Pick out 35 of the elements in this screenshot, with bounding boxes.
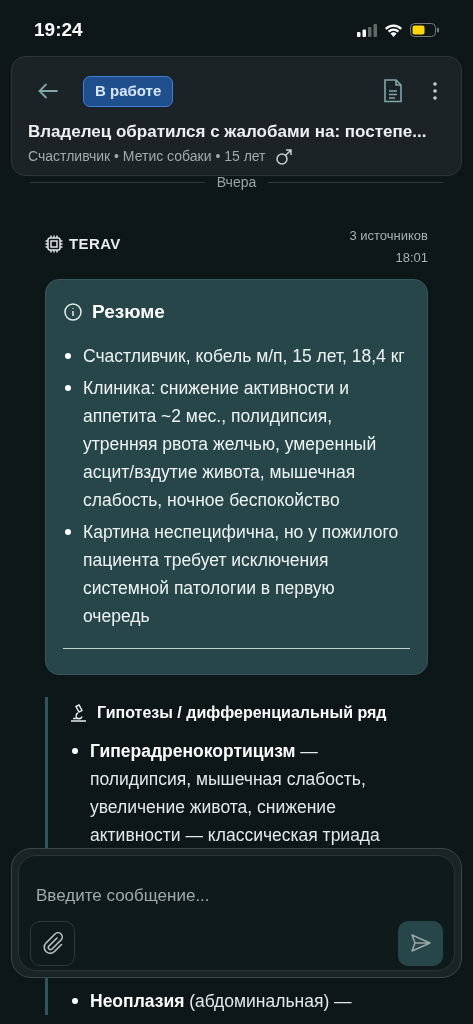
summary-item: Счастливчик, кобель м/п, 15 лет, 18,4 кг <box>83 344 406 368</box>
date-divider-label: Вчера <box>216 173 257 192</box>
signal-icon <box>357 23 377 37</box>
hypothesis-item: Неоплазия (абдоминальная) — <box>90 989 352 1013</box>
more-icon <box>433 82 437 101</box>
bullet-icon <box>65 352 71 359</box>
send-icon <box>410 934 431 952</box>
case-subtitle: Счастливчик • Метис собаки • 15 лет <box>28 147 266 166</box>
male-icon <box>275 148 292 165</box>
status-badge: В работе <box>83 76 174 107</box>
hypothesis-item: Гиперадренокортицизм — полидипсия, мышечная слабость, увеличение живота, снижение активности — классическая триада <box>90 739 381 847</box>
sender-name: TERAV <box>69 234 121 254</box>
section-heading: Гипотезы / дифференциальный ряд <box>97 702 387 723</box>
bullet-icon <box>65 384 71 391</box>
summary-item: Клиника: снижение активности и аппетита ~2 мес., полидипсия, утренняя рвота желчью, умеренный асцит/вздутие живота, мышечная слабость, ночное беспокойство <box>83 376 378 512</box>
microscope-icon <box>70 703 87 722</box>
bullet-icon <box>65 528 71 535</box>
attach-button[interactable] <box>30 920 75 966</box>
case-title: Владелец обратился с жалобами на: постепе... <box>28 120 428 143</box>
wifi-icon <box>384 23 403 37</box>
send-button[interactable] <box>398 920 443 966</box>
bullet-icon <box>72 747 78 754</box>
bullet-icon <box>72 997 78 1004</box>
sources-count[interactable]: 3 источников <box>349 226 428 246</box>
chip-icon <box>45 235 63 254</box>
message-input[interactable]: Введите сообщение... <box>36 883 437 909</box>
summary-title: Резюме <box>92 300 165 324</box>
message-time: 18:01 <box>395 248 428 267</box>
document-icon <box>383 79 403 104</box>
paperclip-icon <box>41 932 64 954</box>
battery-icon <box>410 23 439 37</box>
back-arrow-icon <box>38 83 58 100</box>
status-time: 19:24 <box>34 17 83 42</box>
info-icon <box>64 303 82 322</box>
summary-item: Картина неспецифична, но у пожилого пациента требует исключения системной патологии в первую очередь <box>83 520 400 628</box>
